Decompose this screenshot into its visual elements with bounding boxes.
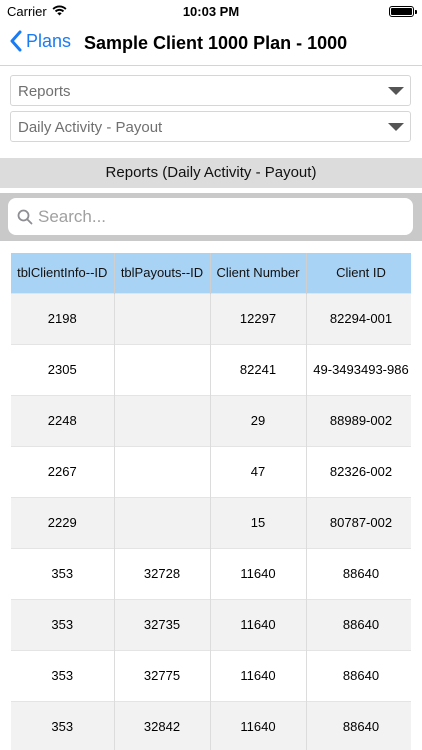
table-cell: 88640	[306, 547, 411, 599]
table-cell: 82326-002	[306, 445, 411, 497]
table-cell	[114, 394, 211, 446]
table-cell: 12297	[210, 292, 307, 344]
table-cell: 353	[11, 598, 115, 650]
column-header[interactable]: tblClientInfo--ID	[11, 253, 115, 293]
table-cell: 2229	[11, 496, 115, 548]
table-cell: 11640	[210, 700, 307, 750]
table-row[interactable]: 353 32775 11640 88640	[11, 649, 411, 701]
chevron-down-icon	[388, 87, 404, 95]
table-cell: 32728	[114, 547, 211, 599]
table-cell: 2248	[11, 394, 115, 446]
table-header-row: tblClientInfo--ID tblPayouts--ID Client …	[11, 253, 411, 293]
report-type-dropdown[interactable]: Reports	[10, 75, 411, 106]
table-cell: 88989-002	[306, 394, 411, 446]
column-header[interactable]: tblPayouts--ID	[114, 253, 211, 293]
table-cell: 2198	[11, 292, 115, 344]
table-cell	[114, 445, 211, 497]
table-cell: 2305	[11, 343, 115, 395]
chevron-left-icon	[10, 30, 22, 52]
back-label: Plans	[26, 30, 72, 51]
table-cell: 88640	[306, 649, 411, 701]
table-cell: 11640	[210, 547, 307, 599]
report-subtype-value: Daily Activity - Payout	[18, 119, 163, 136]
table-row[interactable]: 2267 47 82326-002	[11, 445, 411, 497]
table-row[interactable]: 2229 15 80787-002	[11, 496, 411, 548]
table-row[interactable]: 353 32735 11640 88640	[11, 598, 411, 650]
report-type-value: Reports	[18, 83, 71, 100]
status-bar: Carrier 10:03 PM	[0, 0, 422, 22]
column-header[interactable]: Client ID	[306, 253, 411, 293]
search-icon	[17, 209, 33, 225]
back-button[interactable]: Plans	[10, 30, 71, 52]
table-cell: 32735	[114, 598, 211, 650]
page-title: Sample Client 1000 Plan - 1000	[84, 33, 348, 53]
status-time: 10:03 PM	[182, 4, 240, 19]
report-subtype-dropdown[interactable]: Daily Activity - Payout	[10, 111, 411, 142]
table-cell: 353	[11, 547, 115, 599]
table-cell: 47	[210, 445, 307, 497]
table-cell: 29	[210, 394, 307, 446]
table-cell	[114, 292, 211, 344]
column-header[interactable]: Client Number	[210, 253, 307, 293]
navigation-bar: Plans Sample Client 1000 Plan - 1000	[0, 22, 422, 66]
table-cell: 82294-001	[306, 292, 411, 344]
table-row[interactable]: 2198 12297 82294-001	[11, 292, 411, 344]
table-row[interactable]: 2248 29 88989-002	[11, 394, 411, 446]
report-table-container[interactable]: tblClientInfo--ID tblPayouts--ID Client …	[11, 253, 411, 750]
table-row[interactable]: 353 32728 11640 88640	[11, 547, 411, 599]
table-cell: 2267	[11, 445, 115, 497]
battery-icon	[389, 6, 417, 17]
table-cell: 353	[11, 649, 115, 701]
table-cell: 80787-002	[306, 496, 411, 548]
search-bar	[0, 193, 422, 241]
search-input[interactable]	[38, 198, 408, 235]
table-cell: 353	[11, 700, 115, 750]
table-cell	[114, 496, 211, 548]
section-header: Reports (Daily Activity - Payout)	[0, 158, 422, 188]
search-box[interactable]	[8, 198, 413, 235]
table-cell: 88640	[306, 598, 411, 650]
chevron-down-icon	[388, 123, 404, 131]
table-cell: 15	[210, 496, 307, 548]
table-row[interactable]: 353 32842 11640 88640	[11, 700, 411, 750]
table-cell: 11640	[210, 649, 307, 701]
table-cell: 32842	[114, 700, 211, 750]
table-cell: 11640	[210, 598, 307, 650]
table-cell: 49-3493493-986	[306, 343, 411, 395]
table-cell: 82241	[210, 343, 307, 395]
table-cell: 32775	[114, 649, 211, 701]
table-cell: 88640	[306, 700, 411, 750]
report-table: tblClientInfo--ID tblPayouts--ID Client …	[11, 253, 411, 750]
table-row[interactable]: 2305 82241 49-3493493-986	[11, 343, 411, 395]
table-cell	[114, 343, 211, 395]
